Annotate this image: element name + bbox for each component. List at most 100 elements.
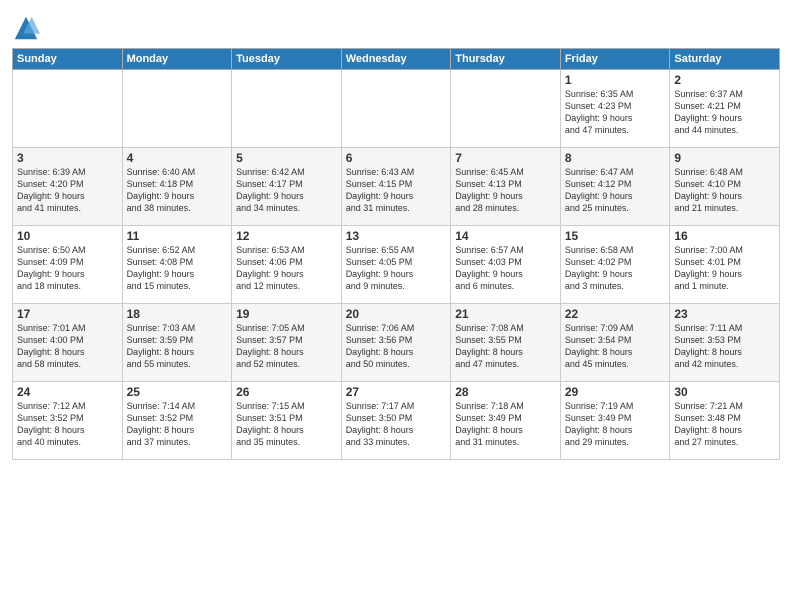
day-cell: 21Sunrise: 7:08 AM Sunset: 3:55 PM Dayli… bbox=[451, 304, 561, 382]
day-cell: 11Sunrise: 6:52 AM Sunset: 4:08 PM Dayli… bbox=[122, 226, 232, 304]
day-number: 12 bbox=[236, 229, 337, 243]
day-number: 20 bbox=[346, 307, 447, 321]
day-info: Sunrise: 7:14 AM Sunset: 3:52 PM Dayligh… bbox=[127, 400, 228, 449]
header-cell-saturday: Saturday bbox=[670, 49, 780, 70]
day-number: 18 bbox=[127, 307, 228, 321]
day-number: 6 bbox=[346, 151, 447, 165]
header-cell-monday: Monday bbox=[122, 49, 232, 70]
day-cell: 10Sunrise: 6:50 AM Sunset: 4:09 PM Dayli… bbox=[13, 226, 123, 304]
day-number: 5 bbox=[236, 151, 337, 165]
day-number: 10 bbox=[17, 229, 118, 243]
day-info: Sunrise: 7:17 AM Sunset: 3:50 PM Dayligh… bbox=[346, 400, 447, 449]
day-cell bbox=[13, 70, 123, 148]
day-info: Sunrise: 6:58 AM Sunset: 4:02 PM Dayligh… bbox=[565, 244, 666, 293]
day-number: 1 bbox=[565, 73, 666, 87]
day-cell bbox=[232, 70, 342, 148]
day-cell: 2Sunrise: 6:37 AM Sunset: 4:21 PM Daylig… bbox=[670, 70, 780, 148]
header-cell-wednesday: Wednesday bbox=[341, 49, 451, 70]
header-cell-friday: Friday bbox=[560, 49, 670, 70]
day-cell bbox=[451, 70, 561, 148]
day-cell: 3Sunrise: 6:39 AM Sunset: 4:20 PM Daylig… bbox=[13, 148, 123, 226]
day-cell: 24Sunrise: 7:12 AM Sunset: 3:52 PM Dayli… bbox=[13, 382, 123, 460]
logo-icon bbox=[12, 14, 40, 42]
day-info: Sunrise: 7:21 AM Sunset: 3:48 PM Dayligh… bbox=[674, 400, 775, 449]
header-row: SundayMondayTuesdayWednesdayThursdayFrid… bbox=[13, 49, 780, 70]
day-cell: 6Sunrise: 6:43 AM Sunset: 4:15 PM Daylig… bbox=[341, 148, 451, 226]
day-number: 13 bbox=[346, 229, 447, 243]
calendar: SundayMondayTuesdayWednesdayThursdayFrid… bbox=[12, 48, 780, 460]
week-row-3: 17Sunrise: 7:01 AM Sunset: 4:00 PM Dayli… bbox=[13, 304, 780, 382]
day-number: 4 bbox=[127, 151, 228, 165]
day-cell: 17Sunrise: 7:01 AM Sunset: 4:00 PM Dayli… bbox=[13, 304, 123, 382]
day-number: 2 bbox=[674, 73, 775, 87]
logo bbox=[12, 14, 44, 42]
day-cell: 19Sunrise: 7:05 AM Sunset: 3:57 PM Dayli… bbox=[232, 304, 342, 382]
day-number: 11 bbox=[127, 229, 228, 243]
day-number: 21 bbox=[455, 307, 556, 321]
day-number: 26 bbox=[236, 385, 337, 399]
day-cell: 15Sunrise: 6:58 AM Sunset: 4:02 PM Dayli… bbox=[560, 226, 670, 304]
day-info: Sunrise: 6:50 AM Sunset: 4:09 PM Dayligh… bbox=[17, 244, 118, 293]
day-info: Sunrise: 6:35 AM Sunset: 4:23 PM Dayligh… bbox=[565, 88, 666, 137]
day-info: Sunrise: 6:55 AM Sunset: 4:05 PM Dayligh… bbox=[346, 244, 447, 293]
header-cell-tuesday: Tuesday bbox=[232, 49, 342, 70]
day-number: 19 bbox=[236, 307, 337, 321]
day-cell: 16Sunrise: 7:00 AM Sunset: 4:01 PM Dayli… bbox=[670, 226, 780, 304]
day-number: 15 bbox=[565, 229, 666, 243]
day-number: 22 bbox=[565, 307, 666, 321]
calendar-header: SundayMondayTuesdayWednesdayThursdayFrid… bbox=[13, 49, 780, 70]
day-cell: 8Sunrise: 6:47 AM Sunset: 4:12 PM Daylig… bbox=[560, 148, 670, 226]
day-info: Sunrise: 7:00 AM Sunset: 4:01 PM Dayligh… bbox=[674, 244, 775, 293]
day-cell: 25Sunrise: 7:14 AM Sunset: 3:52 PM Dayli… bbox=[122, 382, 232, 460]
day-number: 28 bbox=[455, 385, 556, 399]
week-row-4: 24Sunrise: 7:12 AM Sunset: 3:52 PM Dayli… bbox=[13, 382, 780, 460]
week-row-2: 10Sunrise: 6:50 AM Sunset: 4:09 PM Dayli… bbox=[13, 226, 780, 304]
day-info: Sunrise: 7:11 AM Sunset: 3:53 PM Dayligh… bbox=[674, 322, 775, 371]
day-info: Sunrise: 6:42 AM Sunset: 4:17 PM Dayligh… bbox=[236, 166, 337, 215]
day-info: Sunrise: 6:39 AM Sunset: 4:20 PM Dayligh… bbox=[17, 166, 118, 215]
day-info: Sunrise: 7:19 AM Sunset: 3:49 PM Dayligh… bbox=[565, 400, 666, 449]
day-info: Sunrise: 6:53 AM Sunset: 4:06 PM Dayligh… bbox=[236, 244, 337, 293]
day-info: Sunrise: 6:40 AM Sunset: 4:18 PM Dayligh… bbox=[127, 166, 228, 215]
day-info: Sunrise: 7:01 AM Sunset: 4:00 PM Dayligh… bbox=[17, 322, 118, 371]
day-cell: 18Sunrise: 7:03 AM Sunset: 3:59 PM Dayli… bbox=[122, 304, 232, 382]
day-cell: 26Sunrise: 7:15 AM Sunset: 3:51 PM Dayli… bbox=[232, 382, 342, 460]
day-number: 30 bbox=[674, 385, 775, 399]
day-number: 17 bbox=[17, 307, 118, 321]
day-cell: 20Sunrise: 7:06 AM Sunset: 3:56 PM Dayli… bbox=[341, 304, 451, 382]
page: SundayMondayTuesdayWednesdayThursdayFrid… bbox=[0, 0, 792, 612]
day-info: Sunrise: 7:05 AM Sunset: 3:57 PM Dayligh… bbox=[236, 322, 337, 371]
day-number: 14 bbox=[455, 229, 556, 243]
day-cell: 22Sunrise: 7:09 AM Sunset: 3:54 PM Dayli… bbox=[560, 304, 670, 382]
day-number: 3 bbox=[17, 151, 118, 165]
day-number: 9 bbox=[674, 151, 775, 165]
day-number: 27 bbox=[346, 385, 447, 399]
day-info: Sunrise: 6:57 AM Sunset: 4:03 PM Dayligh… bbox=[455, 244, 556, 293]
day-info: Sunrise: 7:12 AM Sunset: 3:52 PM Dayligh… bbox=[17, 400, 118, 449]
day-cell: 13Sunrise: 6:55 AM Sunset: 4:05 PM Dayli… bbox=[341, 226, 451, 304]
day-info: Sunrise: 7:08 AM Sunset: 3:55 PM Dayligh… bbox=[455, 322, 556, 371]
day-cell: 30Sunrise: 7:21 AM Sunset: 3:48 PM Dayli… bbox=[670, 382, 780, 460]
day-cell: 5Sunrise: 6:42 AM Sunset: 4:17 PM Daylig… bbox=[232, 148, 342, 226]
day-info: Sunrise: 6:48 AM Sunset: 4:10 PM Dayligh… bbox=[674, 166, 775, 215]
day-number: 8 bbox=[565, 151, 666, 165]
day-info: Sunrise: 6:45 AM Sunset: 4:13 PM Dayligh… bbox=[455, 166, 556, 215]
week-row-0: 1Sunrise: 6:35 AM Sunset: 4:23 PM Daylig… bbox=[13, 70, 780, 148]
day-cell: 4Sunrise: 6:40 AM Sunset: 4:18 PM Daylig… bbox=[122, 148, 232, 226]
header bbox=[12, 10, 780, 42]
day-cell bbox=[341, 70, 451, 148]
day-number: 24 bbox=[17, 385, 118, 399]
day-info: Sunrise: 6:52 AM Sunset: 4:08 PM Dayligh… bbox=[127, 244, 228, 293]
day-info: Sunrise: 7:06 AM Sunset: 3:56 PM Dayligh… bbox=[346, 322, 447, 371]
day-cell bbox=[122, 70, 232, 148]
day-info: Sunrise: 6:47 AM Sunset: 4:12 PM Dayligh… bbox=[565, 166, 666, 215]
day-info: Sunrise: 7:15 AM Sunset: 3:51 PM Dayligh… bbox=[236, 400, 337, 449]
day-cell: 14Sunrise: 6:57 AM Sunset: 4:03 PM Dayli… bbox=[451, 226, 561, 304]
day-cell: 9Sunrise: 6:48 AM Sunset: 4:10 PM Daylig… bbox=[670, 148, 780, 226]
day-number: 16 bbox=[674, 229, 775, 243]
header-cell-thursday: Thursday bbox=[451, 49, 561, 70]
day-cell: 29Sunrise: 7:19 AM Sunset: 3:49 PM Dayli… bbox=[560, 382, 670, 460]
day-cell: 7Sunrise: 6:45 AM Sunset: 4:13 PM Daylig… bbox=[451, 148, 561, 226]
calendar-body: 1Sunrise: 6:35 AM Sunset: 4:23 PM Daylig… bbox=[13, 70, 780, 460]
week-row-1: 3Sunrise: 6:39 AM Sunset: 4:20 PM Daylig… bbox=[13, 148, 780, 226]
